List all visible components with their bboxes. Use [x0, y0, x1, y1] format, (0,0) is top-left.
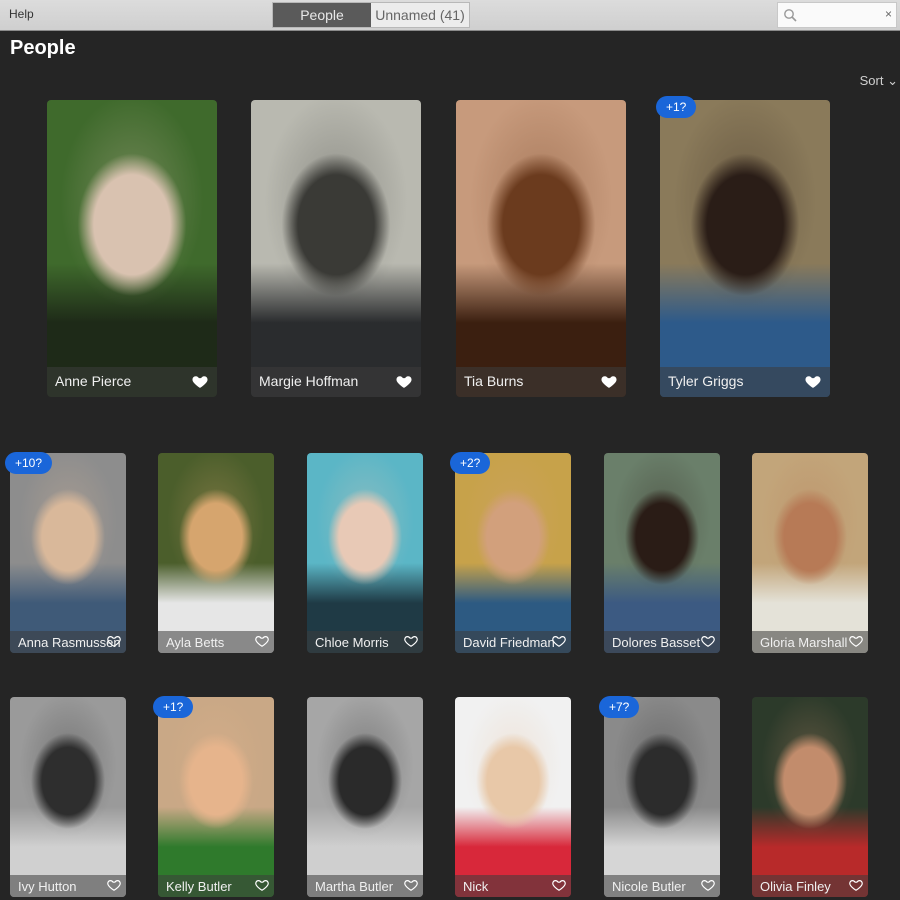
- clear-search-icon[interactable]: ×: [885, 7, 892, 21]
- person-photo: [251, 100, 421, 397]
- person-name[interactable]: Ivy Hutton: [18, 879, 77, 894]
- person-name[interactable]: Anna Rasmussen: [18, 635, 121, 650]
- person-name[interactable]: Dolores Basset: [612, 635, 700, 650]
- person-caption: Kelly Butler: [158, 875, 274, 897]
- person-caption: Tia Burns: [456, 367, 626, 397]
- person-caption: Margie Hoffman: [251, 367, 421, 397]
- person-caption: Anne Pierce: [47, 367, 217, 397]
- person-name[interactable]: Tia Burns: [464, 373, 523, 389]
- person-card[interactable]: Kelly Butler: [158, 697, 274, 897]
- heart-outline-icon[interactable]: [849, 878, 863, 892]
- person-photo: [752, 697, 868, 897]
- person-name[interactable]: Margie Hoffman: [259, 373, 358, 389]
- heart-outline-icon[interactable]: [255, 878, 269, 892]
- person-name[interactable]: Chloe Morris: [315, 635, 389, 650]
- person-card[interactable]: Chloe Morris: [307, 453, 423, 653]
- heart-outline-icon[interactable]: [849, 634, 863, 648]
- search-box[interactable]: ×: [777, 2, 897, 28]
- person-photo: [752, 453, 868, 653]
- heart-outline-icon[interactable]: [552, 634, 566, 648]
- person-card[interactable]: Anna Rasmussen: [10, 453, 126, 653]
- person-caption: Tyler Griggs: [660, 367, 830, 397]
- person-name[interactable]: Martha Butler: [315, 879, 393, 894]
- heart-outline-icon[interactable]: [107, 634, 121, 648]
- person-caption: Gloria Marshall: [752, 631, 868, 653]
- person-caption: Ivy Hutton: [10, 875, 126, 897]
- person-name[interactable]: Anne Pierce: [55, 373, 131, 389]
- person-photo: [10, 697, 126, 897]
- person-name[interactable]: Ayla Betts: [166, 635, 224, 650]
- heart-filled-icon[interactable]: [191, 373, 209, 390]
- person-card[interactable]: Anne Pierce: [47, 100, 217, 397]
- person-name[interactable]: Gloria Marshall: [760, 635, 847, 650]
- person-photo: [47, 100, 217, 397]
- person-card[interactable]: Tyler Griggs: [660, 100, 830, 397]
- person-caption: Anna Rasmussen: [10, 631, 126, 653]
- person-card[interactable]: Gloria Marshall: [752, 453, 868, 653]
- person-photo: [455, 697, 571, 897]
- heart-outline-icon[interactable]: [255, 634, 269, 648]
- person-name[interactable]: Nick: [463, 879, 488, 894]
- person-caption: Chloe Morris: [307, 631, 423, 653]
- tab-people[interactable]: People: [273, 3, 371, 27]
- person-name[interactable]: Tyler Griggs: [668, 373, 743, 389]
- heart-outline-icon[interactable]: [107, 878, 121, 892]
- person-photo: [158, 453, 274, 653]
- person-name[interactable]: David Friedman: [463, 635, 555, 650]
- person-caption: David Friedman: [455, 631, 571, 653]
- heart-filled-icon[interactable]: [600, 373, 618, 390]
- view-tabs: People Unnamed (41): [272, 2, 470, 28]
- person-photo: [307, 453, 423, 653]
- heart-outline-icon[interactable]: [404, 878, 418, 892]
- person-name[interactable]: Nicole Butler: [612, 879, 686, 894]
- person-card[interactable]: Dolores Basset: [604, 453, 720, 653]
- person-photo: [158, 697, 274, 897]
- person-card[interactable]: David Friedman: [455, 453, 571, 653]
- person-caption: Dolores Basset: [604, 631, 720, 653]
- suggested-matches-badge[interactable]: +7?: [599, 696, 640, 718]
- person-card[interactable]: Olivia Finley: [752, 697, 868, 897]
- suggested-matches-badge[interactable]: +1?: [656, 96, 697, 118]
- person-caption: Nicole Butler: [604, 875, 720, 897]
- heart-outline-icon[interactable]: [701, 878, 715, 892]
- person-photo: [604, 697, 720, 897]
- person-name[interactable]: Olivia Finley: [760, 879, 831, 894]
- person-photo: [604, 453, 720, 653]
- suggested-matches-badge[interactable]: +2?: [450, 452, 491, 474]
- heart-outline-icon[interactable]: [701, 634, 715, 648]
- person-photo: [10, 453, 126, 653]
- heart-outline-icon[interactable]: [552, 878, 566, 892]
- person-caption: Martha Butler: [307, 875, 423, 897]
- sort-dropdown[interactable]: Sort ⌄: [860, 73, 898, 89]
- title-bar: Help People Unnamed (41) ×: [0, 0, 900, 31]
- heart-filled-icon[interactable]: [804, 373, 822, 390]
- person-card[interactable]: Margie Hoffman: [251, 100, 421, 397]
- person-card[interactable]: Nicole Butler: [604, 697, 720, 897]
- person-card[interactable]: Tia Burns: [456, 100, 626, 397]
- person-caption: Olivia Finley: [752, 875, 868, 897]
- person-photo: [456, 100, 626, 397]
- person-photo: [307, 697, 423, 897]
- person-card[interactable]: Ivy Hutton: [10, 697, 126, 897]
- person-card[interactable]: Nick: [455, 697, 571, 897]
- suggested-matches-badge[interactable]: +1?: [153, 696, 194, 718]
- person-card[interactable]: Martha Butler: [307, 697, 423, 897]
- person-name[interactable]: Kelly Butler: [166, 879, 232, 894]
- suggested-matches-badge[interactable]: +10?: [5, 452, 53, 474]
- search-input[interactable]: [800, 6, 880, 24]
- person-photo: [660, 100, 830, 397]
- person-caption: Nick: [455, 875, 571, 897]
- heart-filled-icon[interactable]: [395, 373, 413, 390]
- help-menu[interactable]: Help: [9, 7, 34, 21]
- tab-unnamed[interactable]: Unnamed (41): [371, 3, 469, 27]
- person-card[interactable]: Ayla Betts: [158, 453, 274, 653]
- page-title: People: [10, 37, 76, 59]
- heart-outline-icon[interactable]: [404, 634, 418, 648]
- search-icon: [784, 9, 797, 22]
- person-photo: [455, 453, 571, 653]
- person-caption: Ayla Betts: [158, 631, 274, 653]
